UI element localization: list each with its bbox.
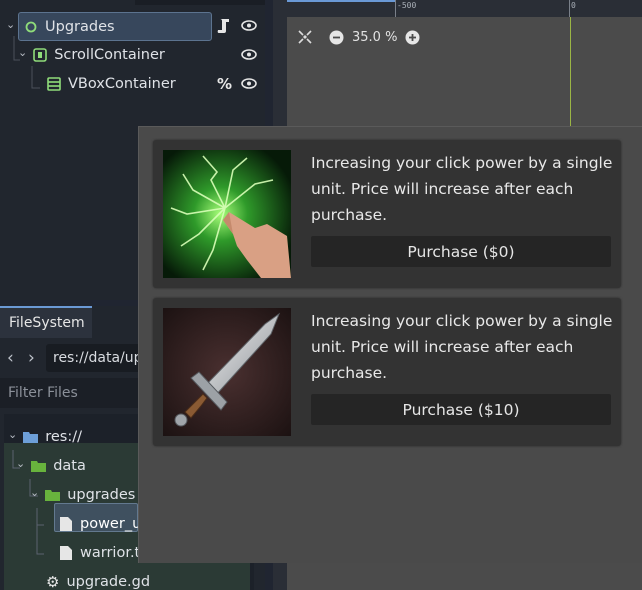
- zoom-controls: 35.0 %: [297, 26, 420, 48]
- tree-item-label: Upgrades: [45, 18, 115, 35]
- back-arrow-icon[interactable]: ‹: [7, 348, 14, 368]
- tree-item-vboxcontainer[interactable]: VBoxContainer: [47, 70, 176, 98]
- game-window: Increasing your click power by a single …: [138, 126, 642, 563]
- tree-item-scrollcontainer[interactable]: ⌄ ScrollContainer: [18, 41, 165, 69]
- zoom-in-icon[interactable]: [405, 30, 420, 45]
- origin-guide-line: [570, 17, 571, 127]
- chevron-down-icon[interactable]: ⌄: [30, 486, 39, 499]
- sword-image: [163, 308, 291, 436]
- horizontal-ruler: -500 0: [273, 0, 642, 17]
- upgrade-description: Increasing your click power by a single …: [311, 154, 613, 224]
- gear-icon: ⚙: [46, 573, 60, 590]
- chevron-down-icon[interactable]: ⌄: [18, 46, 27, 59]
- fs-item-data[interactable]: ⌄ data: [16, 452, 86, 480]
- upgrade-description: Increasing your click power by a single …: [311, 312, 613, 382]
- ruler-accent: [287, 0, 395, 2]
- purchase-button[interactable]: Purchase ($10): [311, 394, 611, 425]
- tree-item-label: VBoxContainer: [68, 76, 176, 92]
- fs-item-label: upgrades: [67, 487, 136, 503]
- tree-item-label: ScrollContainer: [54, 47, 165, 63]
- fs-item-label: data: [53, 458, 86, 474]
- tab-filesystem[interactable]: FileSystem: [0, 306, 92, 338]
- zoom-out-icon[interactable]: [329, 30, 344, 45]
- upgrade-card: Increasing your click power by a single …: [153, 298, 621, 446]
- fs-item-upgrades[interactable]: ⌄ upgrades: [30, 481, 135, 509]
- fs-item-label: warrior.tr: [80, 545, 147, 561]
- center-view-icon[interactable]: [297, 29, 313, 45]
- ruler-label: -500: [397, 1, 417, 10]
- control-node-icon: [25, 21, 37, 32]
- fs-item-res-root[interactable]: ⌄ res://: [8, 423, 82, 451]
- purchase-button[interactable]: Purchase ($0): [311, 236, 611, 267]
- fs-item-label: upgrade.gd: [66, 574, 151, 590]
- layout-mode-badge[interactable]: %: [217, 75, 232, 93]
- upgrade-card: Increasing your click power by a single …: [153, 140, 621, 288]
- scroll-container-icon: [33, 48, 48, 62]
- visibility-eye-icon[interactable]: [241, 49, 257, 60]
- file-icon: [60, 546, 72, 560]
- fs-item-power-up[interactable]: power_up: [60, 510, 150, 538]
- forward-arrow-icon[interactable]: ›: [28, 348, 35, 368]
- visibility-eye-icon[interactable]: [241, 78, 257, 89]
- fs-item-upgrade-gd[interactable]: ⚙ upgrade.gd: [46, 568, 150, 590]
- path-field[interactable]: res://data/up: [46, 344, 146, 372]
- ruler-label: 0: [571, 1, 576, 10]
- chevron-down-icon[interactable]: ⌄: [16, 457, 25, 470]
- tab-label: FileSystem: [9, 315, 85, 331]
- fs-item-label: res://: [45, 429, 82, 445]
- chevron-down-icon[interactable]: ⌄: [8, 428, 17, 441]
- tree-item-upgrades[interactable]: ⌄ Upgrades: [6, 12, 212, 41]
- folder-icon: [45, 490, 61, 501]
- fs-item-warrior[interactable]: warrior.tr: [60, 539, 146, 567]
- visibility-eye-icon[interactable]: [241, 20, 257, 31]
- vbox-container-icon: [47, 77, 61, 91]
- chevron-down-icon[interactable]: ⌄: [6, 18, 15, 31]
- folder-icon: [23, 432, 39, 443]
- folder-icon: [31, 461, 47, 472]
- script-icon[interactable]: [217, 18, 231, 34]
- file-icon: [60, 517, 72, 531]
- lightning-hand-image: [163, 150, 291, 278]
- zoom-level[interactable]: 35.0 %: [352, 30, 397, 45]
